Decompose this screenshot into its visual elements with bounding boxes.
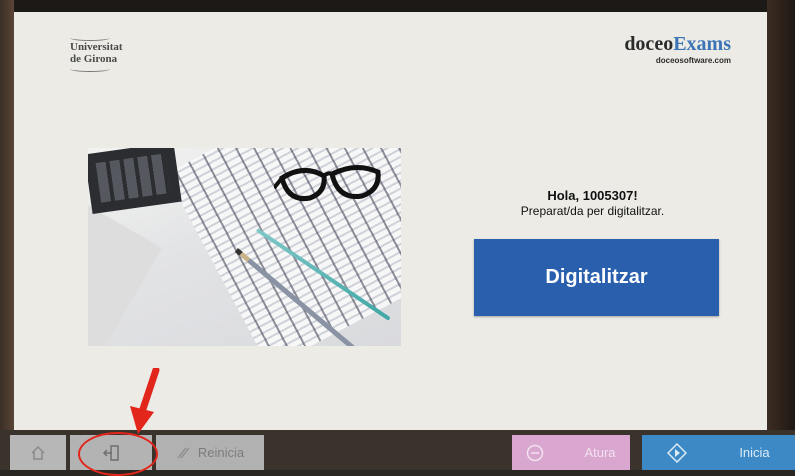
logo-arc-top [70,35,110,41]
university-logo: Universitat de Girona [70,34,123,72]
greeting-text: Hola, 1005307! [547,188,638,203]
home-icon [31,445,45,460]
home-button[interactable] [10,435,66,470]
glasses-icon [274,165,381,202]
device-bezel-left [0,0,14,470]
calculator-keys [95,153,171,203]
start-diamond-icon [667,442,688,463]
brand-part1: doceo [624,33,674,55]
reset-button[interactable]: Reinicia [156,435,264,470]
logo-arc-bottom [70,66,110,72]
start-label: Inicia [739,445,770,460]
stop-button[interactable]: Atura [512,435,630,470]
university-name-line1: Universitat [70,41,123,53]
university-name-line2: de Girona [70,53,118,65]
brand-name: doceoExams [624,34,731,54]
arrow-icon [130,368,160,434]
stop-label: Atura [584,445,616,460]
brand-url: doceosoftware.com [655,56,731,65]
status-text: Preparat/da per digitalitzar. [520,204,665,218]
exam-sheets-photo [88,148,401,346]
brand-part2: Exams [673,33,731,55]
greeting-panel: Hola, 1005307! Preparat/da per digitalit… [474,188,711,218]
start-button[interactable]: Inicia [642,435,795,470]
reset-label: Reinicia [197,445,245,460]
doceo-logo: doceoExams doceosoftware.com [624,34,731,65]
device-bezel-top [0,0,795,12]
calculator [88,148,182,214]
scan-button[interactable]: Digitalitzar [474,239,719,316]
stop-icon [527,444,544,461]
pencil-icon [177,447,190,458]
device-bezel-right [767,0,795,430]
